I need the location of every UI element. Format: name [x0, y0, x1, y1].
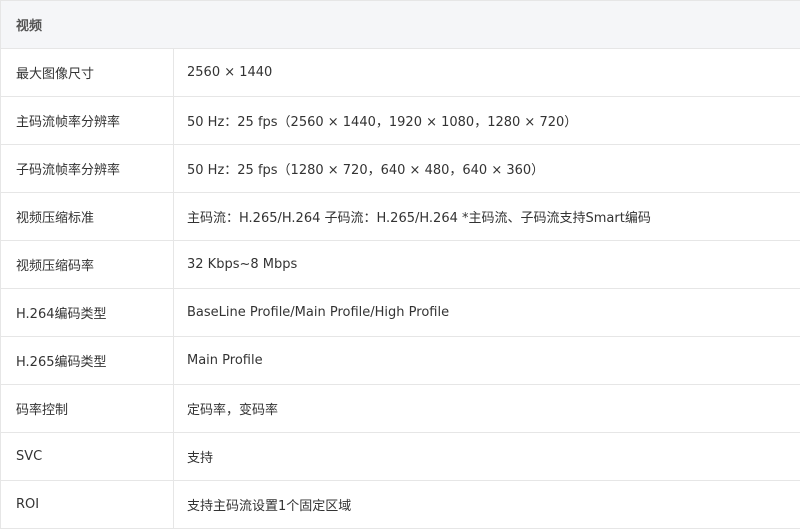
video-spec-table: 视频 最大图像尺寸 2560 × 1440 主码流帧率分辨率 50 Hz：25 …: [0, 0, 800, 529]
row-label: 码率控制: [0, 384, 174, 433]
row-value: Main Profile: [173, 336, 800, 385]
row-value: 支持: [173, 432, 800, 481]
section-header-row: 视频: [0, 0, 800, 49]
row-label: SVC: [0, 432, 174, 481]
row-label: H.265编码类型: [0, 336, 174, 385]
row-value: 50 Hz：25 fps（1280 × 720，640 × 480，640 × …: [173, 144, 800, 193]
row-label: 主码流帧率分辨率: [0, 96, 174, 145]
table-row: 视频压缩码率 32 Kbps~8 Mbps: [0, 240, 800, 289]
row-value: 定码率，变码率: [173, 384, 800, 433]
table-row: 最大图像尺寸 2560 × 1440: [0, 48, 800, 97]
row-label: 视频压缩标准: [0, 192, 174, 241]
table-row: H.264编码类型 BaseLine Profile/Main Profile/…: [0, 288, 800, 337]
row-value: BaseLine Profile/Main Profile/High Profi…: [173, 288, 800, 337]
row-value: 32 Kbps~8 Mbps: [173, 240, 800, 289]
row-value: 主码流：H.265/H.264 子码流：H.265/H.264 *主码流、子码流…: [173, 192, 800, 241]
table-row: SVC 支持: [0, 432, 800, 481]
row-label: 子码流帧率分辨率: [0, 144, 174, 193]
row-label: 最大图像尺寸: [0, 48, 174, 97]
section-title: 视频: [0, 0, 800, 49]
table-row: 视频压缩标准 主码流：H.265/H.264 子码流：H.265/H.264 *…: [0, 192, 800, 241]
row-label: H.264编码类型: [0, 288, 174, 337]
table-row: 码率控制 定码率，变码率: [0, 384, 800, 433]
row-label: 视频压缩码率: [0, 240, 174, 289]
table-row: ROI 支持主码流设置1个固定区域: [0, 480, 800, 529]
row-value: 50 Hz：25 fps（2560 × 1440，1920 × 1080，128…: [173, 96, 800, 145]
table-row: 主码流帧率分辨率 50 Hz：25 fps（2560 × 1440，1920 ×…: [0, 96, 800, 145]
row-label: ROI: [0, 480, 174, 529]
row-value: 2560 × 1440: [173, 48, 800, 97]
table-row: H.265编码类型 Main Profile: [0, 336, 800, 385]
table-row: 子码流帧率分辨率 50 Hz：25 fps（1280 × 720，640 × 4…: [0, 144, 800, 193]
row-value: 支持主码流设置1个固定区域: [173, 480, 800, 529]
